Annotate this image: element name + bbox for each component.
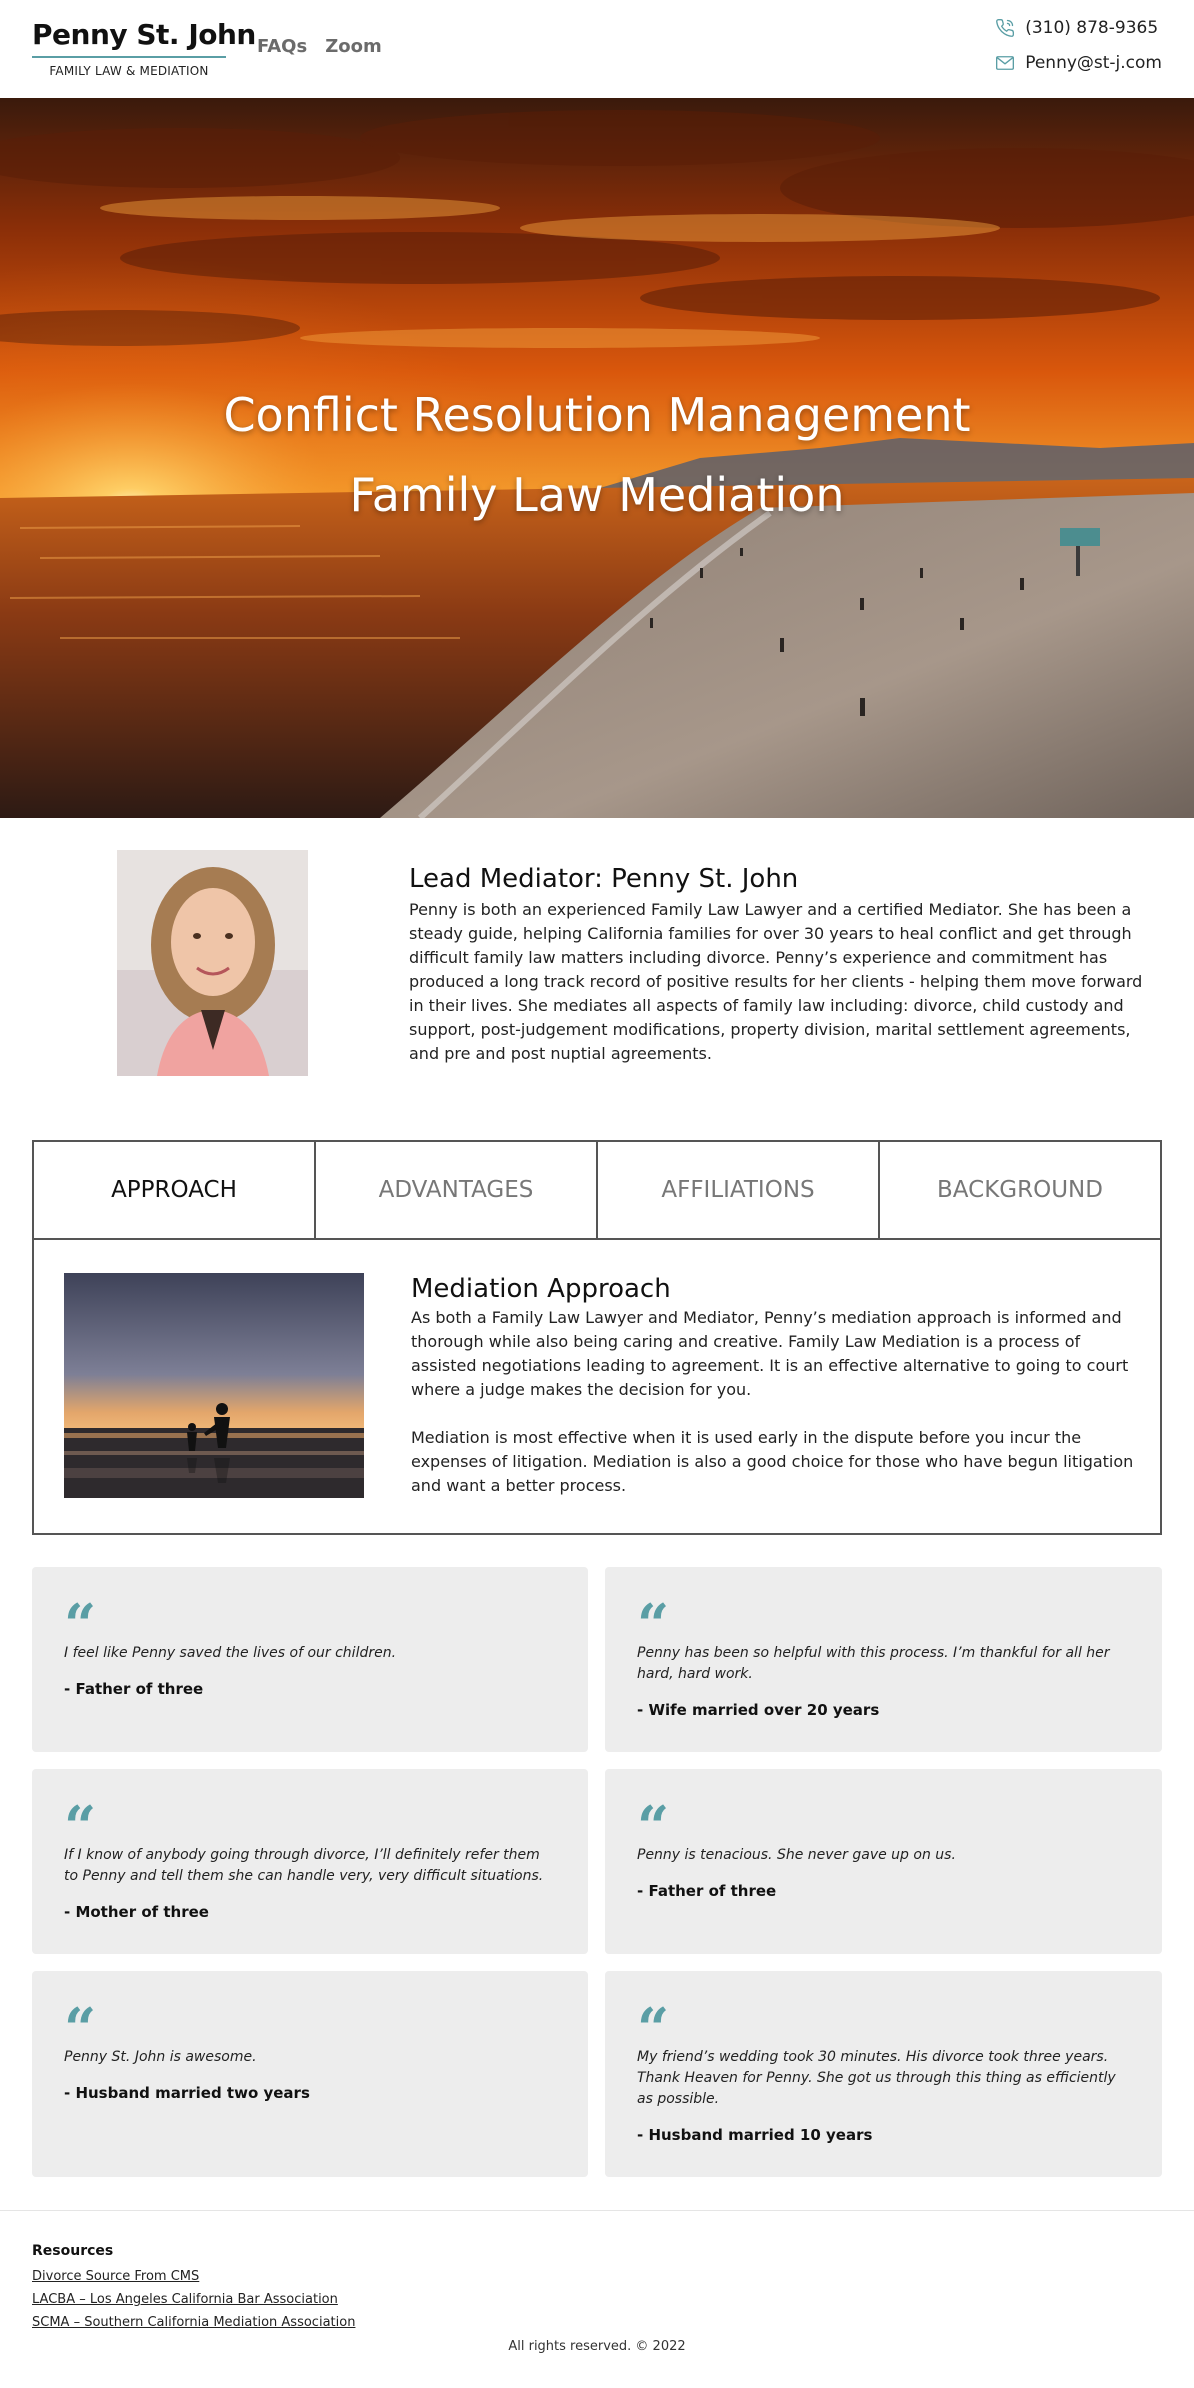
tab-panel-content: Mediation Approach As both a Family Law …	[411, 1274, 1141, 1498]
tab-approach[interactable]: APPROACH	[34, 1142, 316, 1238]
testimonial-quote: Penny has been so helpful with this proc…	[637, 1645, 1110, 1682]
resource-link-divorce-source[interactable]: Divorce Source From CMS	[32, 2265, 355, 2288]
testimonial-author: - Mother of three	[64, 1903, 209, 1921]
nav-link-faqs[interactable]: FAQs	[257, 36, 307, 57]
mail-icon	[996, 56, 1015, 70]
hero-beach-sunset-image	[0, 98, 1194, 818]
bio-title: Lead Mediator: Penny St. John	[409, 864, 799, 894]
resource-link-scma[interactable]: SCMA – Southern California Mediation Ass…	[32, 2311, 355, 2334]
testimonial-card: “ Penny has been so helpful with this pr…	[605, 1567, 1162, 1752]
bio-body: Penny is both an experienced Family Law …	[409, 900, 1143, 1063]
testimonial-card: “ If I know of anybody going through div…	[32, 1769, 588, 1954]
quote-icon: “	[637, 1592, 670, 1658]
phone-number: (310) 878-9365	[1025, 18, 1159, 38]
email-address: Penny@st-j.com	[1025, 53, 1162, 73]
copyright-notice: All rights reserved. © 2022	[508, 2339, 686, 2354]
tab-panel-title: Mediation Approach	[411, 1274, 671, 1304]
quote-icon: “	[64, 1592, 97, 1658]
tab-list: APPROACH ADVANTAGES AFFILIATIONS BACKGRO…	[34, 1142, 1160, 1240]
footer-resources: Resources Divorce Source From CMS LACBA …	[32, 2243, 355, 2334]
hero-heading: Conflict Resolution Management	[223, 388, 971, 442]
tab-affiliations[interactable]: AFFILIATIONS	[598, 1142, 880, 1238]
quote-icon: “	[64, 1996, 97, 2062]
testimonial-author: - Father of three	[637, 1882, 777, 1900]
testimonial-author: - Wife married over 20 years	[637, 1701, 880, 1719]
quote-icon: “	[637, 1996, 670, 2062]
footer-divider	[0, 2210, 1194, 2211]
beach-silhouette-photo	[64, 1273, 364, 1498]
bio-section: Lead Mediator: Penny St. John Penny is b…	[0, 850, 1194, 1090]
info-tabs: APPROACH ADVANTAGES AFFILIATIONS BACKGRO…	[32, 1140, 1162, 1535]
resources-heading: Resources	[32, 2243, 114, 2259]
testimonial-quote: Penny is tenacious. She never gave up on…	[637, 1847, 956, 1863]
tab-panel-approach: Mediation Approach As both a Family Law …	[34, 1240, 1160, 1533]
tab-panel-paragraph: As both a Family Law Lawyer and Mediator…	[411, 1308, 1129, 1399]
brand-logo[interactable]: Penny St. John FAMILY LAW & MEDIATION	[32, 18, 256, 78]
phone-contact[interactable]: (310) 878-9365	[995, 16, 1162, 40]
testimonial-author: - Husband married two years	[64, 2084, 310, 2102]
phone-icon	[996, 18, 1015, 37]
tab-background[interactable]: BACKGROUND	[880, 1142, 1160, 1238]
site-header: Penny St. John FAMILY LAW & MEDIATION FA…	[0, 0, 1194, 98]
brand-name: Penny St. John	[32, 18, 256, 51]
testimonial-card: “ Penny St. John is awesome. - Husband m…	[32, 1971, 588, 2177]
tab-panel-body: As both a Family Law Lawyer and Mediator…	[411, 1306, 1141, 1498]
penny-portrait-photo	[117, 850, 308, 1076]
quote-icon: “	[64, 1794, 97, 1860]
email-contact[interactable]: Penny@st-j.com	[995, 51, 1162, 75]
testimonial-card: “ Penny is tenacious. She never gave up …	[605, 1769, 1162, 1954]
main-nav: FAQs Zoom	[257, 36, 382, 57]
testimonial-quote: If I know of anybody going through divor…	[64, 1847, 544, 1884]
bio-content: Lead Mediator: Penny St. John Penny is b…	[409, 864, 1149, 1066]
tab-advantages[interactable]: ADVANTAGES	[316, 1142, 598, 1238]
testimonial-quote: Penny St. John is awesome.	[64, 2049, 257, 2065]
testimonial-quote: My friend’s wedding took 30 minutes. His…	[637, 2049, 1116, 2107]
contact-info: (310) 878-9365 Penny@st-j.com	[995, 16, 1162, 86]
tab-panel-paragraph: Mediation is most effective when it is u…	[411, 1428, 1134, 1495]
testimonial-author: - Father of three	[64, 1680, 204, 1698]
resource-link-lacba[interactable]: LACBA – Los Angeles California Bar Assoc…	[32, 2288, 355, 2311]
brand-underline	[32, 56, 226, 58]
testimonial-card: “ I feel like Penny saved the lives of o…	[32, 1567, 588, 1752]
hero-banner: Conflict Resolution Management Family La…	[0, 98, 1194, 818]
testimonial-card: “ My friend’s wedding took 30 minutes. H…	[605, 1971, 1162, 2177]
hero-subheading: Family Law Mediation	[349, 468, 845, 522]
brand-tagline: FAMILY LAW & MEDIATION	[49, 64, 209, 78]
nav-link-zoom[interactable]: Zoom	[325, 36, 382, 57]
testimonial-quote: I feel like Penny saved the lives of our…	[64, 1645, 397, 1661]
quote-icon: “	[637, 1794, 670, 1860]
testimonial-author: - Husband married 10 years	[637, 2126, 873, 2144]
